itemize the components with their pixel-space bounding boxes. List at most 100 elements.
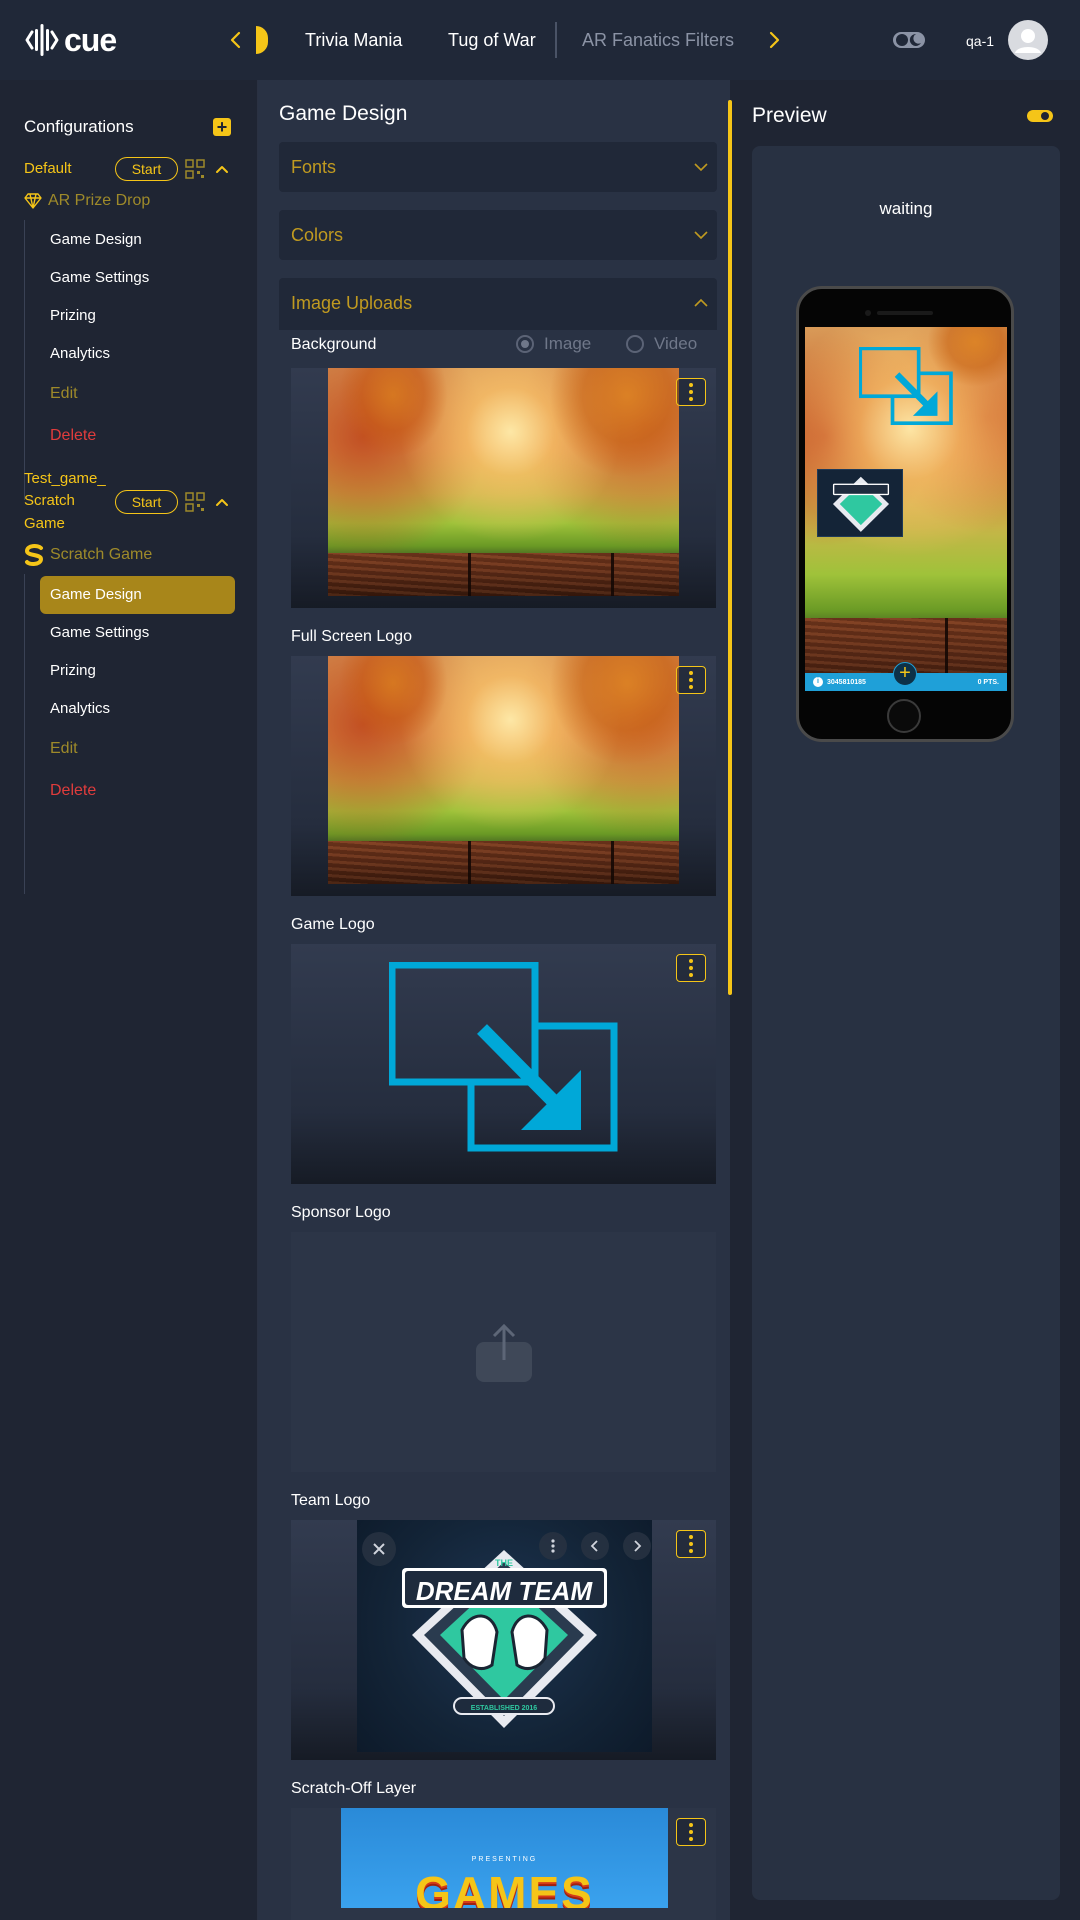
more-options-button[interactable] — [676, 666, 706, 694]
sidebar-item-game-settings[interactable]: Game Settings — [50, 623, 149, 643]
accordion-label: Colors — [291, 225, 344, 245]
qr-code-icon[interactable] — [185, 159, 205, 179]
scratch-off-layer-label: Scratch-Off Layer — [291, 1780, 417, 1797]
chevron-right-icon — [634, 1540, 642, 1552]
game-logo-label: Game Logo — [291, 916, 375, 933]
phone-screen: i 3045810185 0 PTS. + — [805, 327, 1007, 691]
accordion-fonts[interactable]: Fonts — [279, 142, 717, 192]
radio-video[interactable]: Video — [626, 334, 697, 354]
full-screen-logo-upload[interactable] — [291, 656, 716, 896]
game-scratch-game[interactable]: Scratch Game — [24, 544, 152, 566]
user-icon — [1015, 29, 1041, 53]
sponsor-logo-upload[interactable] — [291, 1232, 716, 1472]
chevron-down-icon — [694, 231, 708, 240]
preview-toggle[interactable] — [1027, 108, 1053, 124]
avatar[interactable] — [1008, 20, 1048, 60]
team-logo-est-text: ESTABLISHED 2016 — [471, 1705, 537, 1712]
team-logo-text: DREAM TEAM — [416, 1576, 594, 1606]
sidebar-item-game-design[interactable]: Game Design — [50, 585, 142, 605]
more-options-button[interactable] — [676, 954, 706, 982]
radio-circle — [516, 335, 534, 353]
sidebar-item-analytics[interactable]: Analytics — [50, 344, 110, 364]
background-label: Background — [291, 336, 377, 353]
team-logo-upload[interactable]: DREAM TEAM THE ESTABLISHED 2016 — [291, 1520, 716, 1760]
theme-toggle-icon[interactable] — [893, 30, 925, 50]
chevron-left-icon[interactable] — [226, 25, 246, 55]
close-icon — [373, 1543, 385, 1555]
chevron-left-icon — [590, 1540, 598, 1552]
config-test-game-label[interactable]: Test_game_ — [24, 468, 106, 490]
dream-team-logo: DREAM TEAM THE ESTABLISHED 2016 — [402, 1550, 607, 1728]
delete-button[interactable]: Delete — [50, 426, 96, 446]
scrollbar[interactable] — [728, 100, 732, 995]
team-logo-image: DREAM TEAM THE ESTABLISHED 2016 — [357, 1520, 652, 1752]
phone-speaker — [877, 311, 933, 315]
game-design-panel: Game Design Fonts Colors Image Uploads B… — [258, 80, 730, 1920]
sidebar-item-game-design[interactable]: Game Design — [50, 230, 142, 250]
full-screen-logo-image — [328, 656, 679, 884]
background-upload[interactable] — [291, 368, 716, 608]
tab-trivia-mania[interactable]: Trivia Mania — [305, 28, 402, 52]
scratch-off-image: PRESENTING GAMES — [341, 1808, 668, 1908]
more-options-button[interactable] — [676, 1530, 706, 1558]
edit-button[interactable]: Edit — [50, 739, 78, 759]
sidebar-item-game-settings[interactable]: Game Settings — [50, 268, 149, 288]
scratch-image-title: GAMES — [415, 1867, 594, 1908]
more-options-button[interactable] — [676, 378, 706, 406]
remove-image-button[interactable] — [362, 1532, 396, 1566]
tab-ar-fanatics-filters[interactable]: AR Fanatics Filters — [582, 28, 734, 52]
phone-home-button — [887, 699, 921, 733]
user-name[interactable]: qa-1 — [966, 32, 994, 50]
sponsor-logo-label: Sponsor Logo — [291, 1204, 391, 1221]
game-logo-upload[interactable] — [291, 944, 716, 1184]
delete-button[interactable]: Delete — [50, 781, 96, 801]
preview-card: waiting i 3045810185 0 PTS. + — [752, 146, 1060, 1900]
config-default-label[interactable]: Default — [24, 158, 72, 180]
chevron-up-icon[interactable] — [214, 161, 230, 177]
image-next-button[interactable] — [623, 1532, 651, 1560]
accordion-colors[interactable]: Colors — [279, 210, 717, 260]
chevron-up-icon[interactable] — [214, 494, 230, 510]
phone-game-logo — [859, 347, 953, 425]
config-test-game-label[interactable]: Scratch — [24, 490, 75, 512]
preview-title: Preview — [752, 104, 827, 127]
image-prev-button[interactable] — [581, 1532, 609, 1560]
chevron-right-icon[interactable] — [764, 25, 784, 55]
game-ar-prize-drop[interactable]: AR Prize Drop — [24, 190, 150, 212]
accordion-label: Image Uploads — [291, 293, 413, 313]
start-button-test-game[interactable]: Start — [115, 490, 178, 514]
plus-icon: + — [893, 662, 917, 686]
add-configuration-button[interactable]: + — [213, 118, 231, 136]
resize-arrow-icon — [389, 962, 618, 1152]
radio-image-label: Image — [544, 334, 592, 353]
start-button-default[interactable]: Start — [115, 157, 178, 181]
cue-waveform-icon — [25, 24, 59, 56]
chevron-down-icon — [694, 163, 708, 172]
upload-icon — [476, 1323, 532, 1382]
radio-image[interactable]: Image — [516, 334, 591, 354]
kebab-icon — [551, 1539, 555, 1553]
config-test-game-label[interactable]: Game — [24, 513, 65, 535]
radio-circle — [626, 335, 644, 353]
app-logo[interactable]: cue — [24, 20, 117, 60]
scratch-s-icon — [24, 544, 44, 566]
sidebar-item-prizing[interactable]: Prizing — [50, 306, 96, 326]
tab-tug-of-war[interactable]: Tug of War — [448, 28, 536, 52]
sidebar-item-prizing[interactable]: Prizing — [50, 661, 96, 681]
preview-status: waiting — [879, 199, 933, 218]
top-bar: cue Trivia Mania Tug of War AR Fanatics … — [0, 0, 1080, 80]
phone-mockup: i 3045810185 0 PTS. + — [796, 286, 1014, 742]
more-options-button[interactable] — [676, 1818, 706, 1846]
chevron-up-icon[interactable] — [693, 295, 709, 311]
tree-line — [24, 574, 25, 894]
image-more-button[interactable] — [539, 1532, 567, 1560]
edit-button[interactable]: Edit — [50, 384, 78, 404]
info-icon: i — [813, 677, 823, 687]
full-screen-logo-label: Full Screen Logo — [291, 628, 412, 645]
phone-camera — [865, 310, 871, 316]
dream-team-logo-small — [832, 476, 890, 532]
qr-code-icon[interactable] — [185, 492, 205, 512]
scratch-off-layer-upload[interactable]: PRESENTING GAMES — [291, 1808, 716, 1920]
sidebar-item-analytics[interactable]: Analytics — [50, 699, 110, 719]
sidebar: Configurations + Default Start AR Prize … — [0, 80, 258, 1920]
